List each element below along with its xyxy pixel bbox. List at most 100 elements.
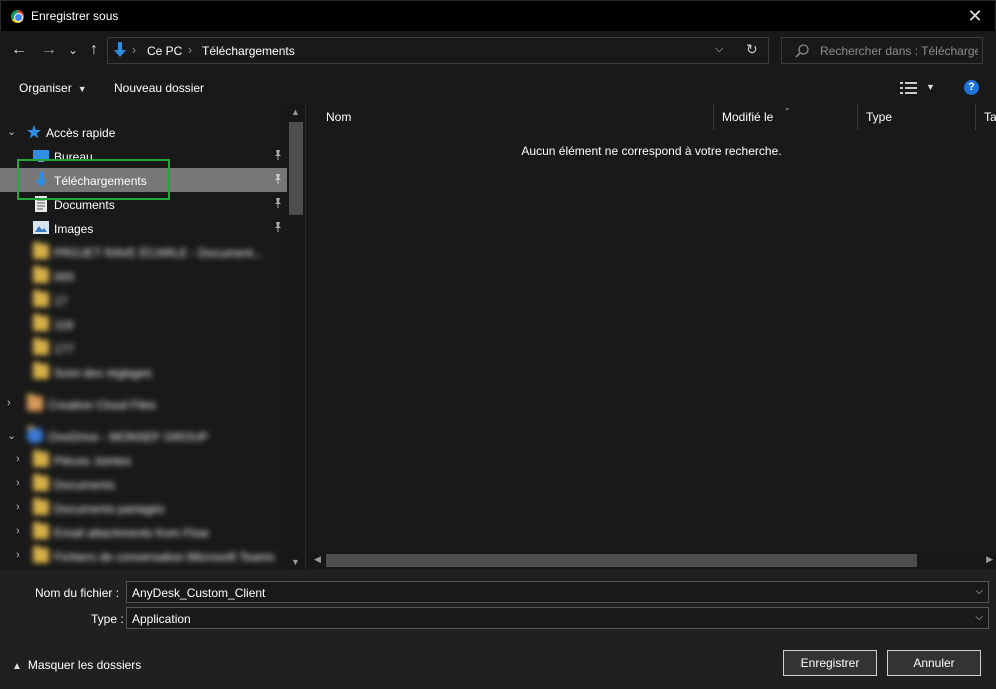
tree-item-label: 17 bbox=[54, 294, 68, 308]
pin-icon bbox=[275, 222, 281, 232]
folder-icon bbox=[33, 474, 49, 491]
cloud-icon bbox=[27, 426, 43, 443]
refresh-icon[interactable]: ↻ bbox=[746, 41, 758, 58]
chevron-up-icon: ▲ bbox=[12, 661, 22, 672]
chevron-down-icon[interactable]: ⌵ bbox=[975, 586, 983, 597]
type-value: Application bbox=[132, 612, 191, 626]
picture-icon bbox=[33, 221, 49, 234]
caret-down-icon[interactable]: ▼ bbox=[926, 82, 935, 92]
save-button[interactable]: Enregistrer bbox=[783, 650, 877, 676]
type-select[interactable]: Application ⌵ bbox=[126, 607, 989, 629]
chevron-down-icon[interactable]: ⌵ bbox=[975, 612, 983, 623]
window-title: Enregistrer sous bbox=[31, 9, 119, 23]
download-icon bbox=[114, 42, 126, 57]
tree-item-folder[interactable]: 000 bbox=[0, 264, 287, 288]
pin-icon bbox=[275, 150, 281, 160]
tree-item-creative-cloud[interactable]: › Creative Cloud Files bbox=[0, 392, 287, 416]
tree-item-label: OneDrive - MONSEF GROUP bbox=[48, 430, 209, 444]
help-icon[interactable]: ? bbox=[964, 80, 979, 95]
forward-button[interactable]: → bbox=[39, 40, 59, 60]
tree-item-label: 118 bbox=[54, 318, 74, 332]
address-bar[interactable]: › Ce PC › Téléchargements ⌵ ↻ bbox=[107, 37, 769, 64]
search-box[interactable] bbox=[781, 37, 983, 64]
tree-item-folder[interactable]: › Pièces Jointes bbox=[0, 448, 287, 472]
tree-item-images[interactable]: Images bbox=[0, 216, 287, 240]
chevron-down-icon[interactable]: ⌄ bbox=[7, 125, 16, 138]
tree-item-folder[interactable]: 118 bbox=[0, 312, 287, 336]
tree-item-folder[interactable]: PROJET RAVE ÉCARLE - Document... bbox=[0, 240, 287, 264]
sort-chevron-icon: ⌄ bbox=[784, 103, 791, 112]
filename-field[interactable]: AnyDesk_Custom_Client ⌵ bbox=[126, 581, 989, 603]
scroll-up-icon[interactable]: ▲ bbox=[291, 107, 300, 117]
navigation-pane-scrollbar[interactable]: ▲ ▼ bbox=[287, 104, 305, 570]
folder-icon bbox=[33, 546, 49, 563]
scrollbar-thumb[interactable] bbox=[326, 554, 917, 567]
tree-item-label: Email attachments from Flow bbox=[54, 526, 209, 540]
pin-icon bbox=[275, 174, 281, 184]
scroll-right-icon[interactable]: ▶ bbox=[986, 554, 993, 565]
tree-item-label: Accès rapide bbox=[46, 126, 116, 140]
up-button[interactable]: ↑ bbox=[84, 40, 104, 60]
breadcrumb-ce-pc[interactable]: Ce PC bbox=[147, 44, 182, 58]
chevron-right-icon[interactable]: › bbox=[16, 477, 20, 489]
hide-folders-label: Masquer les dossiers bbox=[27, 658, 142, 672]
chevron-right-icon[interactable]: › bbox=[7, 397, 11, 409]
column-header-modified[interactable]: Modifié le ⌄ bbox=[714, 103, 858, 130]
tree-item-quick-access[interactable]: ⌄ Accès rapide bbox=[0, 120, 287, 144]
tree-item-label: Fichiers de conversation Microsoft Teams bbox=[54, 550, 275, 564]
tree-item-label: Creative Cloud Files bbox=[48, 398, 157, 412]
chevron-right-icon[interactable]: › bbox=[16, 525, 20, 537]
tree-item-label: Images bbox=[54, 222, 94, 236]
tree-item-folder[interactable]: › Documents bbox=[0, 472, 287, 496]
tree-item-folder[interactable]: 17 bbox=[0, 288, 287, 312]
pin-icon bbox=[275, 198, 281, 208]
breadcrumb-separator-icon: › bbox=[188, 43, 192, 57]
folder-icon bbox=[33, 242, 49, 259]
tree-item-folder[interactable]: › Fichiers de conversation Microsoft Tea… bbox=[0, 544, 287, 568]
tree-item-label: Suivi des réglages bbox=[54, 366, 153, 380]
hide-folders-button[interactable]: ▲ Masquer les dossiers bbox=[12, 658, 141, 672]
column-header-label: Modifié le bbox=[722, 110, 774, 124]
breadcrumb-separator-icon: › bbox=[132, 43, 136, 57]
tree-item-label: Pièces Jointes bbox=[54, 454, 132, 468]
caret-down-icon: ▼ bbox=[77, 84, 87, 94]
tree-item-folder[interactable]: Suivi des réglages bbox=[0, 360, 287, 384]
column-header-size[interactable]: Taille bbox=[976, 104, 996, 130]
column-header-name[interactable]: Nom bbox=[318, 104, 714, 130]
folder-icon bbox=[27, 394, 43, 411]
tree-item-folder[interactable]: 177 bbox=[0, 336, 287, 360]
file-list-scrollbar[interactable]: ◀ ▶ bbox=[306, 552, 996, 569]
tree-item-label: PROJET RAVE ÉCARLE - Document... bbox=[54, 246, 263, 260]
navigation-bar: ← → ⌄ ↑ › Ce PC › Téléchargements ⌵ ↻ bbox=[0, 31, 996, 71]
tree-item-onedrive[interactable]: ⌄ OneDrive - MONSEF GROUP bbox=[0, 424, 287, 448]
star-icon bbox=[27, 125, 41, 139]
scroll-left-icon[interactable]: ◀ bbox=[314, 554, 321, 565]
tree-item-folder[interactable]: › Documents partagés bbox=[0, 496, 287, 520]
folder-icon bbox=[33, 498, 49, 515]
back-button[interactable]: ← bbox=[9, 40, 29, 60]
scroll-down-icon[interactable]: ▼ bbox=[291, 557, 300, 567]
filename-value: AnyDesk_Custom_Client bbox=[132, 586, 266, 600]
cancel-button[interactable]: Annuler bbox=[887, 650, 981, 676]
chevron-right-icon[interactable]: › bbox=[16, 549, 20, 561]
new-folder-button[interactable]: Nouveau dossier bbox=[114, 81, 204, 95]
tree-item-label: Documents bbox=[54, 198, 115, 212]
scrollbar-thumb[interactable] bbox=[289, 122, 303, 215]
recent-locations-button[interactable]: ⌄ bbox=[63, 40, 83, 60]
chevron-right-icon[interactable]: › bbox=[16, 501, 20, 513]
tree-item-folder[interactable]: › Email attachments from Flow bbox=[0, 520, 287, 544]
chevron-down-icon[interactable]: ⌵ bbox=[715, 43, 723, 56]
folder-icon bbox=[33, 290, 49, 307]
type-label: Type : bbox=[91, 612, 124, 626]
close-icon[interactable]: ✕ bbox=[965, 5, 985, 27]
view-options-icon[interactable] bbox=[900, 82, 917, 94]
column-header-type[interactable]: Type bbox=[858, 104, 976, 130]
breadcrumb-downloads[interactable]: Téléchargements bbox=[202, 44, 295, 58]
tree-item-label: Documents bbox=[54, 478, 115, 492]
folder-icon bbox=[33, 338, 49, 355]
empty-message: Aucun élément ne correspond à votre rech… bbox=[521, 144, 782, 158]
organize-button[interactable]: Organiser ▼ bbox=[19, 81, 87, 95]
search-input[interactable] bbox=[820, 42, 978, 60]
chevron-down-icon[interactable]: ⌄ bbox=[7, 429, 16, 442]
chevron-right-icon[interactable]: › bbox=[16, 453, 20, 465]
